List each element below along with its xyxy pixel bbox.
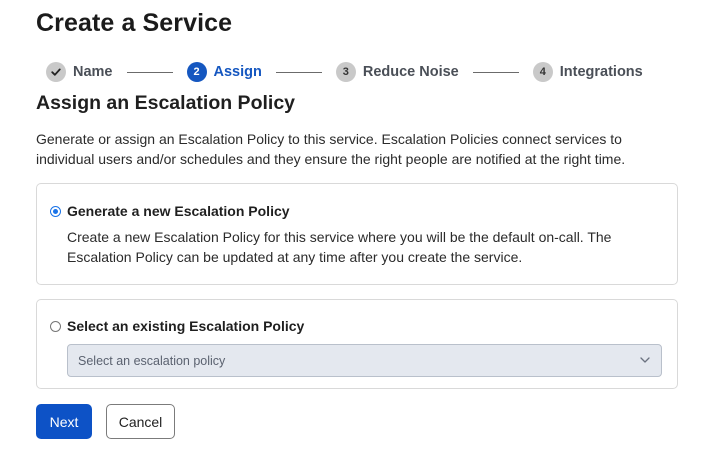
escalation-policy-select[interactable]: Select an escalation policy [67, 344, 662, 377]
cancel-button[interactable]: Cancel [106, 404, 175, 439]
step-assign[interactable]: 2 Assign [186, 62, 262, 82]
section-intro: Generate or assign an Escalation Policy … [36, 131, 626, 167]
existing-policy-radio[interactable] [50, 321, 61, 332]
next-button[interactable]: Next [36, 404, 92, 439]
step-connector [275, 71, 322, 73]
stepper: Name 2 Assign 3 Reduce Noise 4 Integrati… [46, 61, 643, 83]
step-integrations[interactable]: 4 Integrations [532, 62, 643, 82]
step-label: Integrations [559, 64, 643, 80]
generate-policy-description: Create a new Escalation Policy for this … [67, 229, 612, 265]
step-label: Name [73, 64, 113, 80]
generate-policy-radio[interactable] [50, 206, 61, 217]
check-icon [46, 62, 66, 82]
select-placeholder: Select an escalation policy [78, 353, 226, 368]
page-title: Create a Service [36, 9, 233, 37]
section-heading: Assign an Escalation Policy [36, 92, 296, 114]
step-label: Reduce Noise [362, 64, 459, 80]
step-reduce-noise[interactable]: 3 Reduce Noise [335, 62, 459, 82]
generate-policy-option[interactable]: Generate a new Escalation Policy Create … [36, 183, 678, 285]
generate-policy-label[interactable]: Generate a new Escalation Policy [67, 203, 290, 219]
existing-policy-option[interactable]: Select an existing Escalation Policy Sel… [36, 299, 678, 389]
step-number: 2 [186, 62, 207, 82]
step-name[interactable]: Name [46, 62, 113, 82]
step-connector [126, 71, 173, 73]
existing-policy-label[interactable]: Select an existing Escalation Policy [67, 318, 304, 334]
step-number: 3 [335, 62, 356, 82]
step-label: Assign [213, 64, 262, 80]
chevron-down-icon [639, 354, 651, 366]
step-number: 4 [532, 62, 553, 82]
step-connector [472, 71, 519, 73]
